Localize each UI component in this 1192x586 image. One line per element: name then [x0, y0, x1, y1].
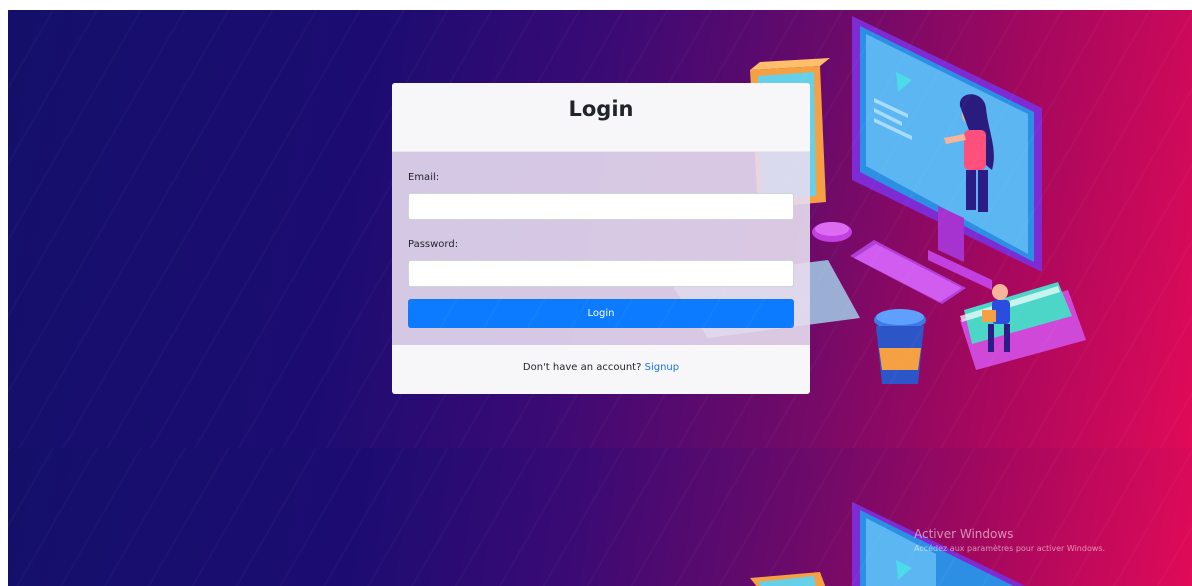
password-field[interactable]: [408, 260, 794, 287]
coffee-cup-icon: [874, 309, 926, 384]
login-card-header: Login: [392, 83, 810, 152]
windows-activation-watermark: Activer Windows Accédez aux paramètres p…: [914, 527, 1105, 553]
password-label: Password:: [408, 239, 459, 250]
hero-background-repeat: [8, 448, 1192, 586]
login-form: Email: Password: Login: [392, 152, 810, 345]
watermark-title: Activer Windows: [914, 527, 1014, 541]
page-viewport: Login Email: Password: Login Don't have …: [8, 10, 1192, 586]
login-title: Login: [568, 97, 634, 121]
reading-person-icon: [960, 282, 1086, 370]
mouse-icon: [812, 222, 852, 242]
email-label: Email:: [408, 172, 440, 183]
login-card-footer: Don't have an account? Signup: [392, 345, 810, 394]
workspace-illustration-repeat: [750, 502, 1026, 586]
hero-background: Login Email: Password: Login Don't have …: [8, 10, 1192, 448]
signup-link[interactable]: Signup: [645, 362, 680, 373]
signup-prompt: Don't have an account?: [522, 362, 642, 373]
book-stack-icon: [750, 572, 826, 586]
login-button[interactable]: Login: [408, 299, 794, 328]
email-field[interactable]: [408, 193, 794, 220]
watermark-subtitle: Accédez aux paramètres pour activer Wind…: [914, 544, 1106, 553]
login-card: Login Email: Password: Login Don't have …: [392, 83, 810, 394]
